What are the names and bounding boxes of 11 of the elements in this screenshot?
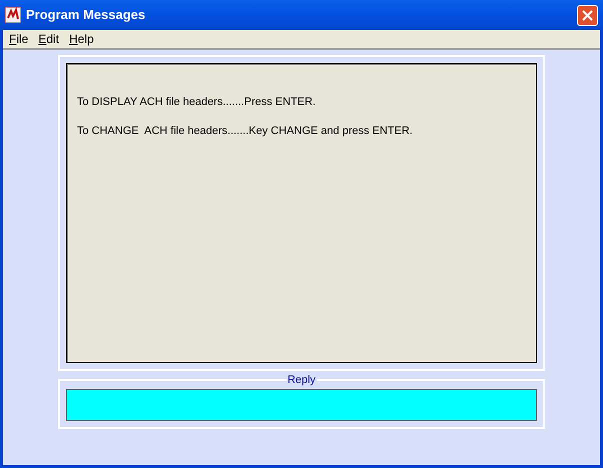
message-text: To DISPLAY ACH file headers.......Press ENTER.: [77, 95, 317, 110]
menu-item[interactable]: Edit: [34, 30, 64, 48]
reply-field[interactable]: [66, 389, 537, 421]
close-icon: [582, 10, 593, 20]
message-text: To CHANGE ACH file headers.......Key CHANGE and press ENTER.: [77, 124, 414, 138]
app-icon: [5, 7, 21, 23]
window-title: Program Messages: [26, 6, 146, 24]
menu-item[interactable]: File: [5, 30, 32, 48]
close-button[interactable]: [577, 4, 598, 26]
reply-label: Reply: [286, 373, 317, 387]
menu-item[interactable]: Help: [65, 30, 98, 48]
